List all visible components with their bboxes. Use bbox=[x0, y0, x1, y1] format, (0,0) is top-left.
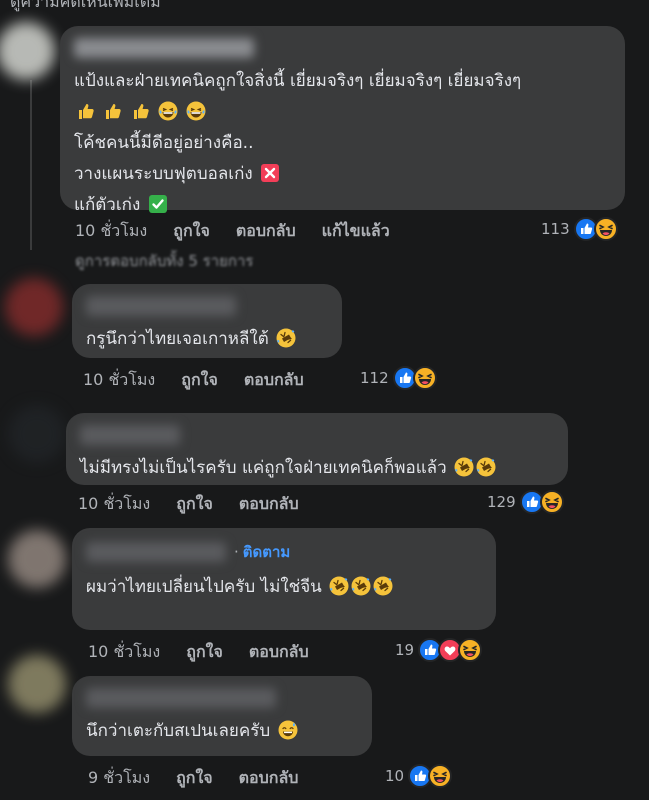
reply-button[interactable]: ตอบกลับ bbox=[236, 219, 296, 244]
commenter-name[interactable] bbox=[80, 425, 180, 445]
reaction-count: 19 bbox=[395, 641, 415, 659]
reaction-count: 10 bbox=[385, 767, 405, 785]
comment-actions: 10 ชั่วโมง ถูกใจ ตอบกลับ bbox=[88, 640, 335, 665]
like-button[interactable]: ถูกใจ bbox=[186, 640, 223, 665]
comment-timestamp[interactable]: 10 ชั่วโมง bbox=[88, 640, 160, 665]
comment-text-line: นึกว่าเตะกับสเปนเลยครับ bbox=[86, 716, 358, 747]
commenter-name[interactable] bbox=[86, 542, 226, 562]
haha-icon bbox=[428, 764, 453, 788]
cross-mark-emoji-icon bbox=[260, 163, 281, 183]
haha-icon bbox=[458, 638, 483, 662]
comment-text-line: แป้งและฝ่ายเทคนิคถูกใจสิ่งนี้ เยี่ยมจริง… bbox=[74, 71, 522, 91]
comment-emoji-line bbox=[74, 97, 611, 128]
reply-button[interactable]: ตอบกลับ bbox=[244, 368, 304, 393]
reaction-count: 129 bbox=[487, 493, 516, 511]
view-more-comments-link[interactable]: ดูความคิดเห็นเพิ่มเติม bbox=[10, 0, 161, 15]
thumbs-up-emoji-icon bbox=[76, 101, 96, 121]
edited-label[interactable]: แก้ไขแล้ว bbox=[322, 219, 390, 244]
comment-text-line: กรูนึกว่าไทยเจอเกาหลีใต้ bbox=[86, 324, 328, 355]
like-button[interactable]: ถูกใจ bbox=[181, 368, 218, 393]
rolling-laughing-emoji-icon bbox=[329, 576, 350, 596]
like-button[interactable]: ถูกใจ bbox=[176, 766, 213, 791]
commenter-name[interactable] bbox=[86, 296, 236, 316]
grinning-sweat-emoji-icon bbox=[277, 720, 298, 740]
comment-text-line: แก้ตัวเก่ง bbox=[74, 190, 611, 221]
thumbs-up-emoji-icon bbox=[103, 101, 124, 121]
reply-button[interactable]: ตอบกลับ bbox=[239, 492, 299, 517]
rolling-laughing-emoji-icon bbox=[373, 576, 394, 596]
rolling-laughing-emoji-icon bbox=[454, 457, 475, 477]
comment-timestamp[interactable]: 9 ชั่วโมง bbox=[88, 766, 150, 791]
avatar[interactable] bbox=[5, 278, 63, 336]
grinning-sweat-emoji-icon bbox=[185, 101, 206, 121]
comment-bubble: กรูนึกว่าไทยเจอเกาหลีใต้ bbox=[72, 284, 342, 358]
check-mark-emoji-icon bbox=[147, 194, 168, 214]
comment-actions: 10 ชั่วโมง ถูกใจ ตอบกลับ bbox=[78, 492, 325, 517]
avatar[interactable] bbox=[8, 405, 66, 463]
reaction-summary[interactable]: 112 bbox=[360, 366, 437, 390]
haha-icon bbox=[412, 366, 437, 390]
avatar[interactable] bbox=[8, 530, 66, 588]
commenter-header: · ติดตาม bbox=[86, 540, 482, 564]
comment-text-line: ไม่มีทรงไม่เป็นไรครับ แค่ถูกใจฝ่ายเทคนิค… bbox=[80, 453, 554, 484]
like-button[interactable]: ถูกใจ bbox=[173, 219, 210, 244]
rolling-laughing-emoji-icon bbox=[476, 457, 497, 477]
avatar[interactable] bbox=[0, 22, 55, 80]
avatar[interactable] bbox=[8, 655, 66, 713]
reaction-count: 112 bbox=[360, 369, 389, 387]
grinning-sweat-emoji-icon bbox=[158, 101, 179, 121]
comment-actions: 10 ชั่วโมง ถูกใจ ตอบกลับ แก้ไขแล้ว bbox=[75, 219, 416, 244]
rolling-laughing-emoji-icon bbox=[276, 328, 297, 348]
comment-timestamp[interactable]: 10 ชั่วโมง bbox=[75, 219, 147, 244]
reaction-summary[interactable]: 19 bbox=[395, 638, 483, 662]
comment-actions: 10 ชั่วโมง ถูกใจ ตอบกลับ bbox=[83, 368, 330, 393]
reaction-summary[interactable]: 10 bbox=[385, 764, 453, 788]
comment-actions: 9 ชั่วโมง ถูกใจ ตอบกลับ bbox=[88, 766, 324, 791]
follow-button[interactable]: · ติดตาม bbox=[234, 540, 290, 564]
thumbs-up-emoji-icon bbox=[130, 101, 151, 121]
thread-line bbox=[30, 80, 32, 250]
reaction-summary[interactable]: 129 bbox=[487, 490, 564, 514]
reaction-summary[interactable]: 113 bbox=[541, 217, 618, 241]
haha-icon bbox=[593, 217, 618, 241]
reaction-count: 113 bbox=[541, 220, 570, 238]
comment-bubble: แป้งและฝ่ายเทคนิคถูกใจสิ่งนี้ เยี่ยมจริง… bbox=[60, 26, 625, 215]
commenter-name[interactable] bbox=[74, 38, 254, 58]
comment-bubble: ไม่มีทรงไม่เป็นไรครับ แค่ถูกใจฝ่ายเทคนิค… bbox=[66, 413, 568, 485]
haha-icon bbox=[539, 490, 564, 514]
comment-timestamp[interactable]: 10 ชั่วโมง bbox=[83, 368, 155, 393]
comment-text-line: วางแผนระบบฟุตบอลเก่ง bbox=[74, 159, 611, 190]
comment-text-line: โค้ชคนนี้มีดีอยู่อย่างคือ.. bbox=[74, 133, 254, 153]
comment-text-line: ผมว่าไทยเปลี่ยนไปครับ ไม่ใช่จีน bbox=[86, 572, 482, 603]
comment-bubble: · ติดตาม ผมว่าไทยเปลี่ยนไปครับ ไม่ใช่จีน bbox=[72, 528, 496, 630]
comment-timestamp[interactable]: 10 ชั่วโมง bbox=[78, 492, 150, 517]
view-replies-link[interactable]: ดูการตอบกลับทั้ง 5 รายการ bbox=[75, 249, 254, 273]
rolling-laughing-emoji-icon bbox=[351, 576, 372, 596]
reply-button[interactable]: ตอบกลับ bbox=[249, 640, 309, 665]
commenter-name[interactable] bbox=[86, 688, 276, 708]
reply-button[interactable]: ตอบกลับ bbox=[239, 766, 299, 791]
like-button[interactable]: ถูกใจ bbox=[176, 492, 213, 517]
comment-bubble: นึกว่าเตะกับสเปนเลยครับ bbox=[72, 676, 372, 756]
